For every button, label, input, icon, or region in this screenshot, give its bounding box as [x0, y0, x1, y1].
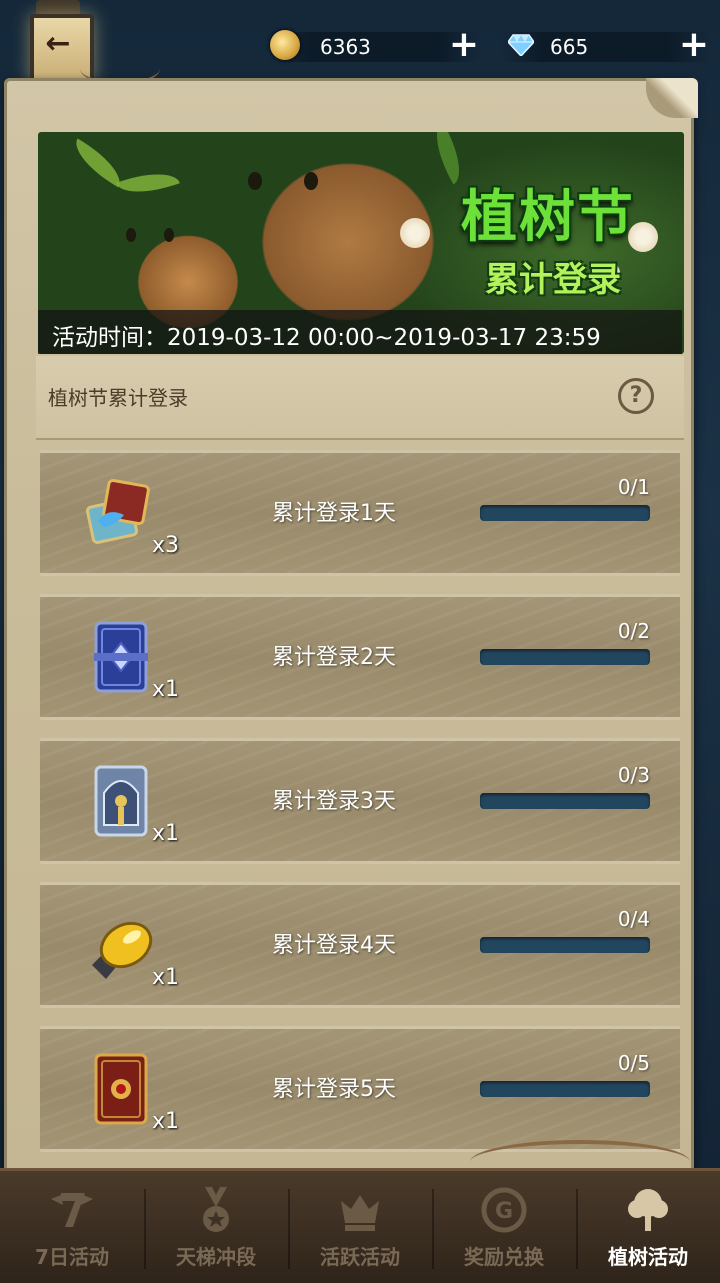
banner-title: 植树节 — [461, 185, 635, 250]
crown-icon — [341, 1195, 379, 1231]
tab-label: 7日活动 — [35, 1245, 109, 1269]
progress-bar — [480, 649, 650, 665]
tree-icon — [628, 1189, 668, 1231]
progress-text: 0/1 — [617, 475, 650, 499]
reward-label: 累计登录5天 — [272, 1077, 396, 1102]
reward-quantity: x3 — [152, 533, 180, 558]
tab-label: 植树活动 — [608, 1245, 688, 1269]
diamond-value: 665 — [550, 35, 589, 59]
event-time-text: 活动时间：2019-03-12 00:00~2019-03-17 23:59 — [52, 325, 601, 351]
potato-character — [248, 172, 262, 190]
reward-label: 累计登录2天 — [272, 645, 396, 670]
reward-quantity: x1 — [152, 677, 180, 702]
gold-counter: 6363 + — [270, 27, 480, 64]
reward-row-day1: x3 累计登录1天 0/1 — [40, 450, 680, 576]
tab-active-event[interactable]: 活跃活动 — [288, 1177, 432, 1281]
amber-gem-icon — [92, 921, 153, 979]
back-arrow-icon: ← — [45, 26, 71, 61]
add-diamond-button[interactable]: + — [678, 27, 710, 63]
progress-bar — [480, 505, 650, 521]
section-title: 植树节累计登录 — [48, 386, 188, 410]
tab-label: 活跃活动 — [320, 1245, 400, 1269]
reward-row-day5: x1 累计登录5天 0/5 — [40, 1026, 680, 1152]
silver-card-back-icon — [94, 765, 148, 837]
diamond-counter: 665 + — [500, 27, 710, 64]
section-header: 植树节累计登录 ? — [36, 356, 684, 440]
progress-bar — [480, 1081, 650, 1097]
reward-quantity: x1 — [152, 1109, 180, 1134]
gold-value: 6363 — [320, 35, 371, 59]
reward-label: 累计登录4天 — [272, 933, 396, 958]
coin-icon — [270, 30, 300, 60]
reward-row-day2: x1 累计登录2天 0/2 — [40, 594, 680, 720]
reward-label: 累计登录3天 — [272, 789, 396, 814]
tab-reward-exchange[interactable]: G 奖励兑换 — [432, 1177, 576, 1281]
progress-text: 0/2 — [617, 619, 650, 643]
reward-row-day4: x1 累计登录4天 0/4 — [40, 882, 680, 1008]
lantern-cap — [36, 0, 80, 14]
tab-label: 天梯冲段 — [176, 1245, 256, 1269]
blue-card-back-icon — [94, 621, 148, 693]
exchange-icon: G — [481, 1187, 527, 1233]
tab-label: 奖励兑换 — [464, 1245, 544, 1269]
card-pack-icon — [85, 478, 150, 544]
red-card-back-icon — [94, 1053, 148, 1125]
reward-label: 累计登录1天 — [272, 501, 396, 526]
diamond-icon — [508, 34, 534, 56]
progress-bar — [480, 937, 650, 953]
seven-day-icon — [51, 1193, 93, 1227]
svg-text:G: G — [495, 1199, 513, 1224]
progress-text: 0/3 — [617, 763, 650, 787]
event-time-strip: 活动时间：2019-03-12 00:00~2019-03-17 23:59 — [38, 310, 682, 354]
progress-text: 0/5 — [617, 1051, 650, 1075]
reward-quantity: x1 — [152, 821, 180, 846]
reward-quantity: x1 — [152, 965, 180, 990]
progress-text: 0/4 — [617, 907, 650, 931]
bottom-tab-bar: 7日活动 天梯冲段 活跃活动 G 奖励兑换 植树活动 — [0, 1168, 720, 1283]
progress-bar — [480, 793, 650, 809]
banner-subtitle: 累计登录 — [485, 260, 621, 300]
add-gold-button[interactable]: + — [448, 27, 480, 63]
reward-row-day3: x1 累计登录3天 0/3 — [40, 738, 680, 864]
help-icon[interactable]: ? — [618, 378, 654, 414]
tab-ladder[interactable]: 天梯冲段 — [144, 1177, 288, 1281]
tab-tree-event[interactable]: 植树活动 — [576, 1177, 720, 1281]
medal-icon — [203, 1187, 229, 1232]
tab-7day-event[interactable]: 7日活动 — [0, 1177, 144, 1281]
